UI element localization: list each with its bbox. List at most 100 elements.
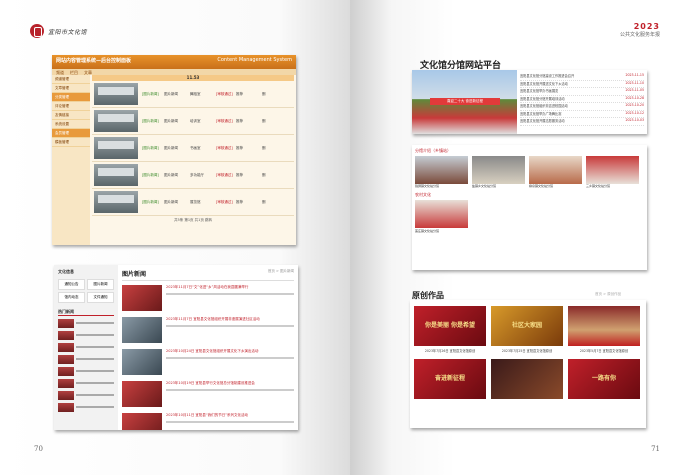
delete-link[interactable]: 删 [262,119,288,124]
news-item[interactable]: 2023年10月19日 宜阳县举行文化馆总分馆制建设推进会 [122,381,294,409]
cms-sidebar: 频道管理 文章管理 分类管理 评论管理 友情链接 系统设置 会员管理 模板管理 [52,75,90,245]
cms-side-item[interactable]: 会员管理 [52,129,90,138]
list-item[interactable]: 宜阳县文化馆分馆开展培训活动 2023-10-28 [520,96,644,103]
report-header: 2023 公共文化服务年报 [620,22,660,38]
site-banner-photo: 喜迎二十大 奋进新征程 [412,70,517,134]
page-number-right: 71 [651,445,660,453]
work-card[interactable]: 一路有你 [568,359,640,406]
table-row: [图片新闻] 图片新闻 舞蹈室 [审核通过] 推荐 删 [92,81,294,108]
news-item[interactable]: 2023年10月11日 宜阳县“我们的节日”系列文化活动 [122,413,294,430]
work-card[interactable] [491,359,563,406]
list-item[interactable] [58,379,114,388]
list-item[interactable] [58,343,114,352]
report-subtitle: 公共文化服务年报 [619,32,660,38]
cell: [图片新闻] [142,145,159,150]
pagination[interactable]: 共5条 第1页 共1页 跳转 [92,216,294,224]
category-button[interactable]: 通知公告 [58,279,85,290]
list-item[interactable]: 宜阳县文化馆分馆建设工作推进会召开 2023-11-15 [520,73,644,81]
cell: 多功能厅 [190,172,204,177]
branch-card[interactable]: 锦屏镇文化站分馆 [415,156,468,189]
cell: [图片新闻] [142,91,159,96]
list-item[interactable] [58,391,114,400]
cell: [图片新闻] [142,118,159,123]
cell: 书画室 [190,145,201,150]
cms-side-item[interactable]: 频道管理 [52,75,90,84]
news-photo [122,413,162,430]
news-headline[interactable]: 2023年11月7日 宜阳县文化馆组织开展非遗展演进社区活动 [166,317,260,321]
list-item[interactable] [58,331,114,340]
recommend-link[interactable]: 推荐 [236,146,262,151]
recommend-link[interactable]: 推荐 [236,173,262,178]
news-side-title: 文化信息 [58,269,74,274]
news-item[interactable]: 2023年11月7日“文”化进“乡”风活动在我县圆满举行 [122,285,294,313]
news-headline[interactable]: 2023年10月19日 宜阳县举行文化馆总分馆制建设推进会 [166,381,255,385]
list-item[interactable]: 宜阳县文化馆举办书画展览 2023-11-05 [520,88,644,96]
cms-header: 网站内容管理系统—后台控制面板 Content Management Syste… [52,55,296,69]
cell: [审核通过] [216,91,233,96]
table-row: [图片新闻] 图片新闻 培训室 [审核通过] 推荐 删 [92,108,294,135]
cell: 展览馆 [190,199,201,204]
breadcrumb[interactable]: 首页 > 图片新闻 [268,269,294,278]
delete-link[interactable]: 删 [262,200,288,205]
book-spread: 宜阳市文化馆 70 网站内容管理系统—后台控制面板 Content Manage… [0,0,700,475]
delete-link[interactable]: 删 [262,146,288,151]
branch-card[interactable]: 盐镇乡文化站分馆 [472,156,525,189]
list-item[interactable]: 宜阳县文化馆组织非遗进校园活动 2023-10-20 [520,103,644,111]
list-item[interactable] [58,367,114,376]
work-card[interactable]: 奋进新征程 [414,359,486,406]
thumbnail [94,137,138,159]
cms-nav-item[interactable]: 文章 [84,70,92,75]
cms-side-item[interactable]: 分类管理 [52,93,90,102]
branch-card[interactable]: 三乡镇文化站分馆 [586,156,639,189]
news-item[interactable]: 2023年10月24日 宜阳县文化馆组织开展文化下乡演出活动 [122,349,294,377]
news-title: 图片新闻 [122,271,147,278]
thumbnail [94,164,138,186]
cms-side-item[interactable]: 系统设置 [52,120,90,129]
category-button[interactable]: 图片新闻 [87,279,114,290]
news-sidebar: 文化信息 通知公告 图片新闻 馆内动态 文件通知 热门新闻 [54,265,118,430]
work-card[interactable]: 2023年5月7日 宜阳县文化馆原创 [568,306,640,353]
cms-side-item[interactable]: 评论管理 [52,102,90,111]
thumbnail [94,110,138,132]
news-photo [122,349,162,375]
category-button[interactable]: 文件通知 [87,292,114,303]
cms-side-item[interactable]: 友情链接 [52,111,90,120]
news-headline[interactable]: 2023年10月11日 宜阳县“我们的节日”系列文化活动 [166,413,248,417]
cell: [图片新闻] [142,199,159,204]
recommend-link[interactable]: 推荐 [236,119,262,124]
list-item[interactable] [58,403,114,412]
table-row: [图片新闻] 图片新闻 多功能厅 [审核通过] 推荐 删 [92,162,294,189]
recommend-link[interactable]: 推荐 [236,92,262,97]
banner-text: 喜迎二十大 奋进新征程 [430,98,500,105]
cms-nav-item[interactable]: 频道 [56,70,64,75]
list-item[interactable] [58,319,114,328]
cms-nav-item[interactable]: 栏目 [70,70,78,75]
list-item[interactable] [58,355,114,364]
works-breadcrumb[interactable]: 首页 > 原创作品 [595,292,621,297]
works-grid: 你是美丽 你是希望 2023年7月26日 宜阳县文化馆原创 社区大家园 2023年7… [414,306,642,406]
logo: 宜阳市文化馆 [30,24,87,38]
cms-side-item[interactable]: 模板管理 [52,138,90,147]
list-item[interactable]: 宜阳县文化馆开展志愿服务活动 2023-10-03 [520,118,644,126]
work-card[interactable]: 你是美丽 你是希望 2023年7月26日 宜阳县文化馆原创 [414,306,486,353]
delete-link[interactable]: 删 [262,173,288,178]
recommend-link[interactable]: 推荐 [236,200,262,205]
news-item[interactable]: 2023年11月7日 宜阳县文化馆组织开展非遗展演进社区活动 [122,317,294,345]
delete-link[interactable]: 删 [262,92,288,97]
branch-caption: 分馆介绍（乡镇站） [415,148,451,153]
list-item[interactable]: 宜阳县文化馆开展送文化下乡活动 2023-11-10 [520,81,644,88]
cms-side-item[interactable]: 文章管理 [52,84,90,93]
news-headline[interactable]: 2023年11月7日“文”化进“乡”风活动在我县圆满举行 [166,285,248,289]
branch-card[interactable]: 柳泉镇文化站分馆 [529,156,582,189]
cell: 图片新闻 [164,91,178,96]
category-button[interactable]: 馆内动态 [58,292,85,303]
news-buttons: 通知公告 图片新闻 馆内动态 文件通知 [58,279,114,303]
original-works-screenshot: 你是美丽 你是希望 2023年7月26日 宜阳县文化馆原创 社区大家园 2023年7… [410,300,646,428]
branch-card[interactable]: 莲庄镇文化站分馆 [412,199,647,233]
work-card[interactable]: 社区大家园 2023年7月25日 宜阳县文化馆原创 [491,306,563,353]
list-item[interactable]: 宜阳县文化馆举办广场舞比赛 2023-10-12 [520,111,644,118]
cell: 图片新闻 [164,199,178,204]
news-headline[interactable]: 2023年10月24日 宜阳县文化馆组织开展文化下乡演出活动 [166,349,258,353]
news-photo [122,381,162,407]
news-main: 图片新闻 首页 > 图片新闻 2023年11月7日“文”化进“乡”风活动在我县圆… [122,269,294,430]
